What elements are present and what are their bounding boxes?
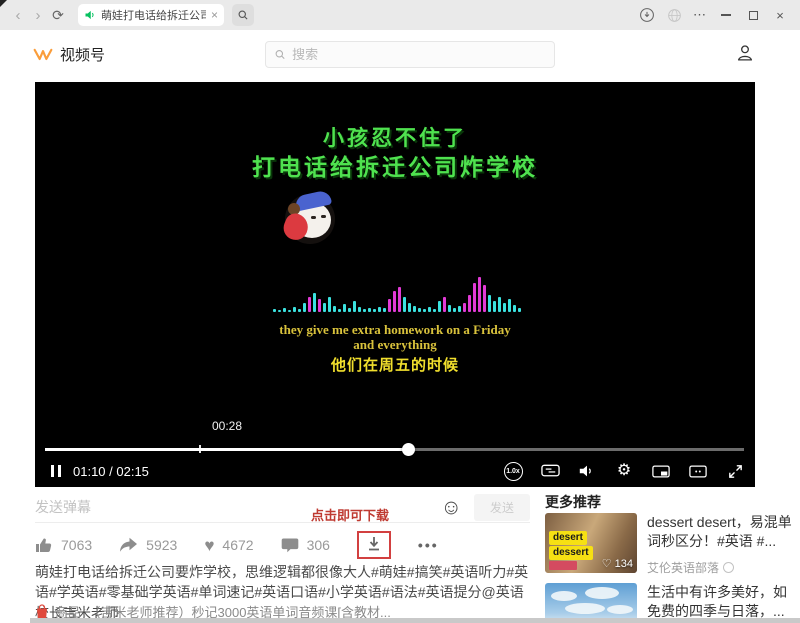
cloud-shape xyxy=(551,591,577,601)
browser-titlebar: ‹ › ⟳ 萌娃打电话给拆迁公司要炸学校 × xyxy=(0,0,800,30)
forward-icon[interactable]: › xyxy=(28,7,48,24)
search-icon xyxy=(274,48,286,61)
fullscreen-button[interactable] xyxy=(725,461,745,481)
window-close-icon[interactable]: × xyxy=(772,7,788,23)
favorite-count: 4672 xyxy=(222,537,253,553)
divider xyxy=(35,522,530,523)
heart-icon: ♥ xyxy=(204,537,214,554)
header-search-box[interactable] xyxy=(265,41,555,68)
video-thumbnail[interactable]: desert dessert ♡ 134 xyxy=(545,513,637,573)
site-header: 视频号 xyxy=(0,30,800,78)
share-count: 5923 xyxy=(146,537,177,553)
channels-logo-icon xyxy=(33,45,53,63)
subtitle-english-line1: they give me extra homework on a Friday xyxy=(35,322,755,338)
window-corner-artifact xyxy=(0,0,7,7)
tab-close-icon[interactable]: × xyxy=(211,9,218,21)
like-button[interactable]: 7063 xyxy=(35,537,92,554)
audio-visualizer xyxy=(273,268,527,312)
progress-bar[interactable] xyxy=(45,448,744,451)
cloud-shape xyxy=(607,605,633,614)
search-icon xyxy=(237,9,249,21)
player-controls: 01:10 / 02:15 1.0x xyxy=(45,458,745,484)
maximize-icon[interactable] xyxy=(745,7,761,23)
time-display: 01:10 / 02:15 xyxy=(73,464,149,479)
recommended-video-item[interactable]: desert dessert ♡ 134 dessert desert，易混单词… xyxy=(545,513,795,576)
volume-button[interactable] xyxy=(577,461,597,481)
speed-label: 1.0x xyxy=(504,462,523,481)
back-icon[interactable]: ‹ xyxy=(8,7,28,24)
seek-preview-time: 00:28 xyxy=(177,419,277,433)
picture-in-picture-button[interactable] xyxy=(651,461,671,481)
downloads-icon[interactable] xyxy=(639,7,655,23)
tab-search-button[interactable] xyxy=(232,4,254,26)
video-player[interactable]: 小孩忍不住了 打电话给拆迁公司炸学校 they give me extra ho… xyxy=(35,82,755,487)
thumb-caption-label: desert xyxy=(549,531,587,545)
cloud-shape xyxy=(565,603,605,614)
recommended-title[interactable]: 生活中有许多美好，如免费的四季与日落，... xyxy=(647,583,795,621)
heart-outline-icon: ♡ xyxy=(602,557,612,570)
send-danmaku-button[interactable]: 发送 xyxy=(474,494,530,521)
search-input[interactable] xyxy=(292,47,546,62)
like-count: 7063 xyxy=(61,537,92,553)
cloud-shape xyxy=(585,587,619,599)
thumb-like-count: ♡ 134 xyxy=(602,557,633,570)
thumb-caption-label: dessert xyxy=(549,546,593,560)
minimize-icon[interactable] xyxy=(718,7,734,23)
mini-player-button[interactable] xyxy=(688,461,708,481)
settings-button[interactable]: ⚙ xyxy=(614,461,634,481)
comment-count: 306 xyxy=(307,537,330,553)
subtitle-english-line2: and everything xyxy=(35,337,755,353)
share-button[interactable]: 5923 xyxy=(119,537,177,553)
person-icon xyxy=(734,42,756,64)
video-overlay-title-line2: 打电话给拆迁公司炸学校 xyxy=(35,148,755,182)
verified-badge-icon xyxy=(723,562,734,573)
subtitle-chinese: 他们在周五的时候 xyxy=(35,354,755,375)
viewport-cutoff-strip xyxy=(30,618,800,623)
thumb-small-tag xyxy=(549,561,577,570)
danmaku-toggle-button[interactable] xyxy=(540,461,560,481)
download-icon xyxy=(366,536,382,553)
sidebar-title: 更多推荐 xyxy=(545,492,795,512)
actions-row: 7063 5923 ♥ 4672 306 xyxy=(35,530,439,560)
tab-title: 萌娃打电话给拆迁公司要炸学校 xyxy=(101,7,206,23)
brand-name: 视频号 xyxy=(60,44,105,65)
refresh-icon[interactable]: ⟳ xyxy=(48,7,68,24)
video-thumbnail[interactable] xyxy=(545,583,637,623)
video-interaction-panel: ☺ 发送 点击即可下载 7063 5923 ♥ 4672 xyxy=(35,492,530,623)
progress-played xyxy=(45,448,408,451)
seek-preview-tick xyxy=(199,445,201,453)
globe-icon[interactable] xyxy=(666,7,682,23)
recommended-title[interactable]: dessert desert，易混单词秒区分！#英语 #... xyxy=(647,513,795,551)
shopping-bag-icon xyxy=(35,604,49,619)
progress-handle[interactable] xyxy=(402,443,415,456)
comment-button[interactable]: 306 xyxy=(281,537,330,553)
more-actions-button[interactable]: ••• xyxy=(418,537,439,553)
pause-button[interactable] xyxy=(51,465,61,477)
thumbs-up-icon xyxy=(35,537,53,554)
favorite-button[interactable]: ♥ 4672 xyxy=(204,537,253,554)
emoji-picker-button[interactable]: ☺ xyxy=(441,497,462,518)
user-account-button[interactable] xyxy=(734,42,756,69)
download-hint-annotation: 点击即可下载 xyxy=(311,505,389,524)
browser-menu-icon[interactable]: ⋯ xyxy=(693,7,707,23)
gear-icon: ⚙ xyxy=(617,463,631,479)
channel-row[interactable]: 艾伦英语部落 xyxy=(647,559,795,576)
video-character-avatar xyxy=(285,194,335,244)
playback-speed-button[interactable]: 1.0x xyxy=(503,461,523,481)
audio-playing-icon xyxy=(84,9,96,21)
recommendations-sidebar: 更多推荐 desert dessert ♡ 134 dessert desert… xyxy=(545,492,795,512)
browser-window: ‹ › ⟳ 萌娃打电话给拆迁公司要炸学校 × xyxy=(0,0,800,623)
share-arrow-icon xyxy=(119,537,138,553)
comment-bubble-icon xyxy=(281,537,299,553)
danmaku-row: ☺ 发送 xyxy=(35,492,530,522)
channel-name: 艾伦英语部落 xyxy=(647,559,719,576)
download-button[interactable] xyxy=(357,531,391,559)
browser-tab[interactable]: 萌娃打电话给拆迁公司要炸学校 × xyxy=(78,4,224,26)
channels-logo[interactable]: 视频号 xyxy=(33,44,105,65)
recommended-video-item[interactable]: 生活中有许多美好，如免费的四季与日落，... xyxy=(545,583,795,623)
